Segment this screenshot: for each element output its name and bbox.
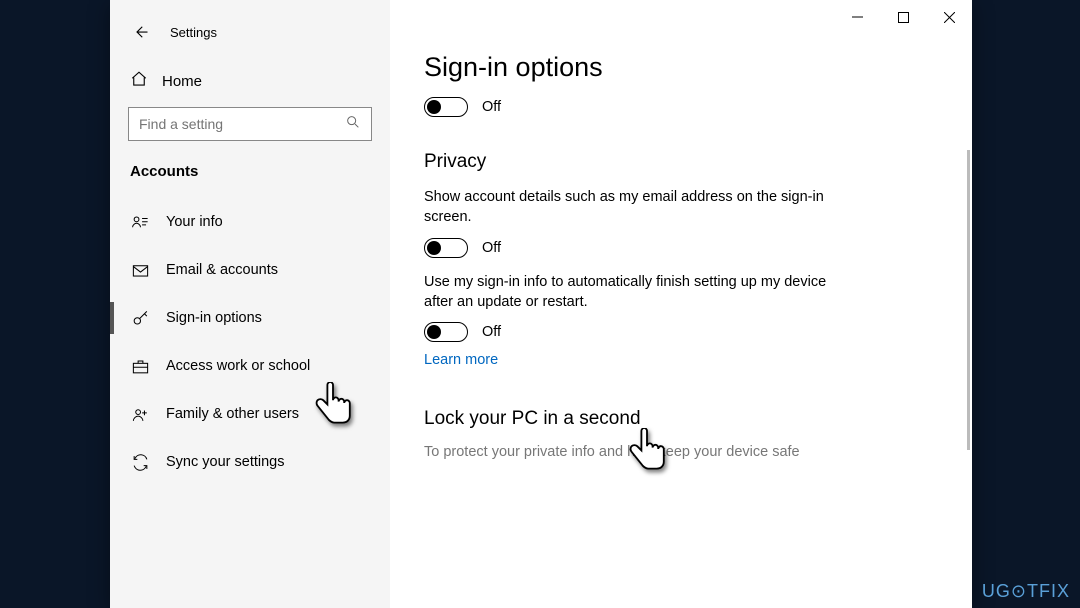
sidebar-item-family-other-users[interactable]: Family & other users: [110, 390, 390, 438]
sidebar-item-email-accounts[interactable]: Email & accounts: [110, 246, 390, 294]
sidebar-item-sync-settings[interactable]: Sync your settings: [110, 438, 390, 486]
search-wrap: [110, 107, 390, 159]
sidebar-item-sign-in-options[interactable]: Sign-in options: [110, 294, 390, 342]
search-box[interactable]: [128, 107, 372, 141]
sidebar-item-label: Sync your settings: [166, 454, 284, 470]
privacy-desc-2: Use my sign-in info to automatically fin…: [424, 272, 844, 313]
maximize-button[interactable]: [880, 0, 926, 34]
back-button[interactable]: [124, 16, 156, 48]
toggle-signin[interactable]: [424, 97, 468, 117]
page-title: Sign-in options: [424, 52, 938, 83]
home-icon: [130, 70, 148, 93]
sidebar: Settings Home Accounts Your info: [110, 0, 390, 608]
nav-items: Your info Email & accounts Sign-in optio…: [110, 198, 390, 486]
sidebar-item-label: Family & other users: [166, 406, 299, 422]
people-icon: [130, 404, 150, 424]
toggle-row-show-account: Off: [424, 238, 938, 258]
sidebar-item-access-work-school[interactable]: Access work or school: [110, 342, 390, 390]
window-title: Settings: [170, 25, 217, 40]
sync-icon: [130, 452, 150, 472]
sidebar-item-label: Your info: [166, 214, 223, 230]
toggle-show-account[interactable]: [424, 238, 468, 258]
settings-window: Settings Home Accounts Your info: [110, 0, 972, 608]
person-card-icon: [130, 212, 150, 232]
privacy-desc-1: Show account details such as my email ad…: [424, 187, 844, 228]
toggle-row-signin: Off: [424, 97, 938, 117]
toggle-state-label: Off: [482, 99, 501, 115]
learn-more-link[interactable]: Learn more: [424, 352, 938, 368]
briefcase-icon: [130, 356, 150, 376]
lock-desc-partial: To protect your private info and help ke…: [424, 444, 938, 460]
sidebar-item-label: Sign-in options: [166, 310, 262, 326]
toggle-state-label: Off: [482, 240, 501, 256]
email-icon: [130, 260, 150, 280]
titlebar: Settings: [110, 10, 390, 62]
sidebar-home[interactable]: Home: [110, 62, 390, 107]
toggle-state-label: Off: [482, 324, 501, 340]
window-controls: [834, 0, 972, 34]
content-pane: Sign-in options Off Privacy Show account…: [390, 0, 972, 608]
search-input[interactable]: [139, 116, 345, 132]
privacy-header: Privacy: [424, 151, 938, 173]
sidebar-item-label: Email & accounts: [166, 262, 278, 278]
sidebar-item-your-info[interactable]: Your info: [110, 198, 390, 246]
key-icon: [130, 308, 150, 328]
close-button[interactable]: [926, 0, 972, 34]
sidebar-item-label: Access work or school: [166, 358, 310, 374]
search-icon: [345, 114, 361, 135]
toggle-row-auto-finish: Off: [424, 322, 938, 342]
scrollbar[interactable]: [967, 150, 970, 450]
home-label: Home: [162, 73, 202, 90]
lock-header: Lock your PC in a second: [424, 408, 938, 430]
watermark: UG⊙TFIX: [982, 581, 1070, 602]
toggle-auto-finish[interactable]: [424, 322, 468, 342]
sidebar-section-header: Accounts: [110, 159, 390, 198]
minimize-button[interactable]: [834, 0, 880, 34]
